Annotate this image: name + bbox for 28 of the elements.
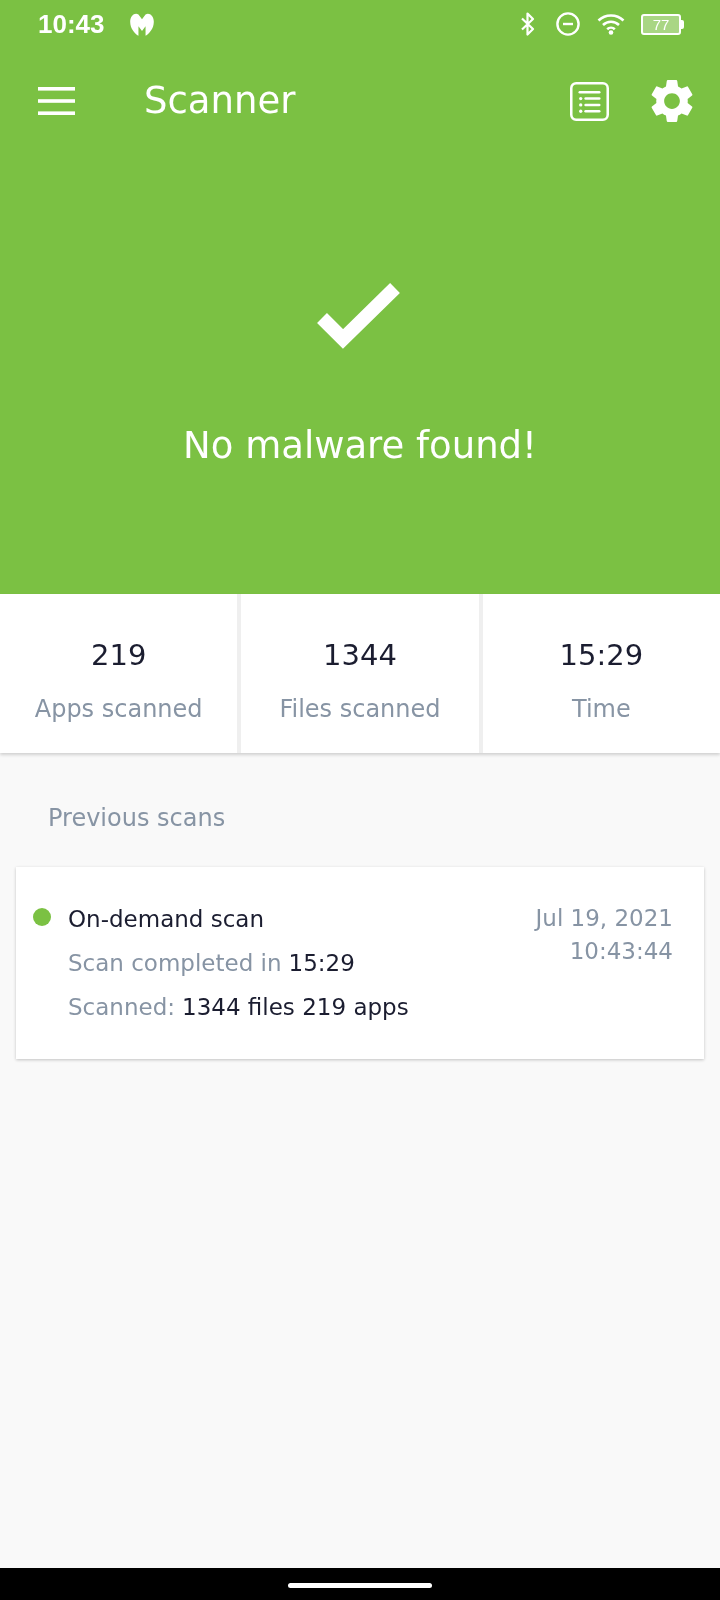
result-message: No malware found! bbox=[183, 423, 537, 469]
bluetooth-icon bbox=[520, 11, 536, 37]
settings-icon[interactable] bbox=[651, 80, 693, 122]
stat-label: Apps scanned bbox=[34, 694, 203, 724]
stat-value: 1344 bbox=[323, 637, 397, 673]
scan-history-card[interactable]: On-demand scan Scan completed in 15:29 Scanned: 1344 files 219 apps Jul 19, 2021 10:43:44 bbox=[16, 867, 704, 1059]
detail-value: 1344 files 219 apps bbox=[182, 994, 409, 1020]
scan-date: Jul 19, 2021 bbox=[535, 904, 673, 933]
toolbar-title: Scanner bbox=[144, 79, 296, 123]
status-time: 10:43 bbox=[38, 9, 105, 39]
section-heading: Previous scans bbox=[48, 803, 226, 833]
list-document-icon[interactable] bbox=[570, 81, 609, 121]
checkmark-icon bbox=[317, 283, 401, 349]
scan-time: 10:43:44 bbox=[568, 937, 673, 966]
detail-value: 15:29 bbox=[288, 950, 355, 976]
stat-value: 219 bbox=[91, 637, 147, 673]
stat-label: Time bbox=[571, 694, 631, 724]
do-not-disturb-icon bbox=[556, 12, 580, 36]
stat-label: Files scanned bbox=[279, 694, 441, 724]
menu-icon[interactable] bbox=[38, 87, 75, 115]
wifi-icon bbox=[596, 13, 626, 35]
battery-indicator: 77 bbox=[641, 13, 684, 35]
stat-value: 15:29 bbox=[559, 637, 644, 673]
detail-label: Scanned: bbox=[68, 994, 175, 1020]
detail-label: Scan completed in bbox=[68, 950, 282, 976]
notification-logo-icon bbox=[128, 12, 155, 36]
scan-title: On-demand scan bbox=[68, 905, 265, 934]
home-indicator[interactable] bbox=[288, 1582, 432, 1588]
